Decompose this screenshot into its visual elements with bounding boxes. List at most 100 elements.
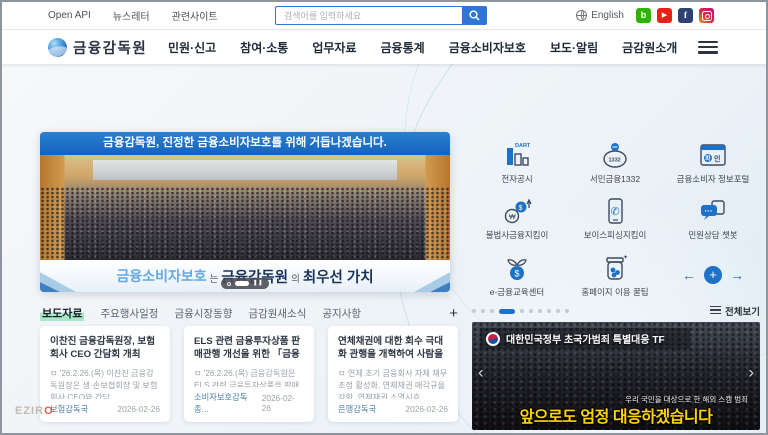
globe-icon bbox=[576, 10, 587, 21]
video-next-icon[interactable]: › bbox=[748, 363, 754, 380]
quicklink-label: 불법사금융지킴이 bbox=[469, 229, 565, 241]
view-all-button[interactable]: 전체보기 bbox=[710, 304, 760, 318]
quicklink-voice-phishing[interactable]: ✆ 보이스피싱지킴이 bbox=[567, 194, 663, 241]
blog-icon[interactable]: b bbox=[636, 8, 651, 23]
video-titlebar: 대한민국정부 초국가범죄 특별대응 TF bbox=[480, 328, 690, 349]
pagination-dot[interactable] bbox=[490, 309, 494, 313]
search-input[interactable] bbox=[275, 6, 462, 25]
news-card-dept: 소비자보호감독총... bbox=[194, 391, 262, 415]
dart-chart-icon: DART bbox=[469, 138, 565, 170]
facebook-icon[interactable]: f bbox=[678, 8, 693, 23]
tab-notices[interactable]: 공지사항 bbox=[322, 306, 361, 321]
newsletter-link[interactable]: 뉴스레터 bbox=[113, 8, 150, 23]
watermark-text: O bbox=[44, 405, 54, 417]
quicklink-label: 금융소비자 정보포털 bbox=[665, 173, 761, 185]
hamburger-menu-icon[interactable] bbox=[698, 41, 718, 57]
svg-text:$: $ bbox=[519, 205, 523, 212]
search-box bbox=[275, 6, 487, 25]
video-prev-icon[interactable]: ‹ bbox=[478, 363, 484, 380]
news-card[interactable]: 연체채권에 대한 회수 극대화 관행을 개혁하여 사람을 살리는 ㅁ 연체 초기… bbox=[328, 326, 458, 422]
quicklink-dart[interactable]: DART 전자공시 bbox=[469, 138, 565, 185]
quicklink-1332[interactable]: 1332 서민금융1332 bbox=[567, 138, 663, 185]
nav-item-press[interactable]: 보도·알림 bbox=[550, 39, 598, 56]
hero-carousel[interactable]: 금융감독원, 진정한 금융소비자보호를 위해 거듭나겠습니다. 금융소비자보호 … bbox=[40, 132, 450, 292]
quicklink-chatbot[interactable]: ··· 민원상담 챗봇 bbox=[665, 194, 761, 241]
news-more-button[interactable]: + bbox=[449, 306, 458, 321]
news-card[interactable]: 이찬진 금융감독원장, 보험회사 CEO 간담회 개최 ㅁ '26.2.26.(… bbox=[40, 326, 170, 422]
tab-press-releases[interactable]: 보도자료 bbox=[40, 305, 84, 321]
chatbot-icon: ··· bbox=[665, 194, 761, 226]
svg-text:DART: DART bbox=[515, 143, 531, 149]
news-card-body: ㅁ 연체 초기 금융회사 자체 채무조정 활성화, 연체채권 매각규율 강화, … bbox=[338, 368, 448, 399]
pagination-dot[interactable] bbox=[529, 309, 533, 313]
tab-fss-news[interactable]: 금감원새소식 bbox=[248, 306, 306, 321]
pagination-dot-active[interactable] bbox=[499, 309, 515, 314]
honey-jar-icon: ✦ bbox=[567, 251, 663, 283]
nav-menu: 민원·신고 참여·소통 업무자료 금융통계 금융소비자보호 보도·알림 금감원소… bbox=[168, 30, 677, 64]
banner-photo-screen bbox=[93, 160, 396, 180]
quicklinks-next-icon[interactable]: → bbox=[730, 268, 744, 282]
news-card-footer: 보험감독국 2026-02-26 bbox=[50, 403, 160, 415]
video-thumbnail[interactable]: 대한민국정부 초국가범죄 특별대응 TF 우리 국민을 대상으로 한 해외 스캠… bbox=[472, 322, 760, 430]
pagination-dot[interactable] bbox=[481, 309, 485, 313]
nav-item-consumer-protection[interactable]: 금융소비자보호 bbox=[449, 39, 526, 56]
quicklink-fine-portal[interactable]: 파 인 금융소비자 정보포털 bbox=[665, 138, 761, 185]
pagination-dot[interactable] bbox=[547, 309, 551, 313]
svg-text:✦: ✦ bbox=[623, 254, 628, 261]
language-switch[interactable]: English bbox=[576, 10, 624, 21]
quick-links: DART 전자공시 1332 서민금융1332 bbox=[468, 133, 762, 303]
fss-logo[interactable]: 금융감독원 bbox=[48, 37, 147, 58]
utility-links: Open API 뉴스레터 관련사이트 bbox=[48, 2, 218, 29]
slogan-highlight: 금융소비자보호 bbox=[116, 266, 206, 286]
news-card-title: 이찬진 금융감독원장, 보험회사 CEO 간담회 개최 bbox=[50, 335, 160, 362]
svg-text:파: 파 bbox=[705, 154, 711, 162]
quicklink-illegal-finance[interactable]: ₩ $ 불법사금융지킴이 bbox=[469, 194, 565, 241]
quicklink-label: 민원상담 챗봇 bbox=[665, 229, 761, 241]
pagination-dot[interactable] bbox=[520, 309, 524, 313]
news-card-footer: 은행감독국 2026-02-26 bbox=[338, 403, 448, 415]
instagram-icon[interactable] bbox=[699, 8, 714, 23]
banner-photo-crowd bbox=[40, 187, 450, 261]
news-card-body: ㅁ '26.2.26.(목) 금융감독원은 ELS 관련 금융투자상품을 판매하… bbox=[194, 368, 304, 387]
carousel-controls[interactable]: ❚❚ bbox=[221, 278, 269, 289]
related-sites-link[interactable]: 관련사이트 bbox=[172, 8, 218, 23]
watermark: EZIRO bbox=[15, 405, 54, 417]
nav-item-complaints[interactable]: 민원·신고 bbox=[168, 39, 216, 56]
video-caption-big: 앞으로도 엄정 대응하겠습니다 bbox=[472, 403, 760, 427]
utility-right: English b ▶ f bbox=[576, 2, 714, 29]
search-icon bbox=[469, 10, 480, 21]
tab-market-trends[interactable]: 금융시장동향 bbox=[174, 306, 232, 321]
news-card-dept: 은행감독국 bbox=[338, 403, 376, 415]
nav-item-statistics[interactable]: 금융통계 bbox=[381, 39, 425, 56]
news-card-dept: 보험감독국 bbox=[50, 403, 88, 415]
pause-icon[interactable]: ❚❚ bbox=[253, 281, 263, 287]
pagination-dot[interactable] bbox=[565, 309, 569, 313]
quicklink-edu-center[interactable]: $ e-금융교육센터 bbox=[469, 251, 565, 298]
pagination-dot[interactable] bbox=[472, 309, 476, 313]
fss-globe-icon bbox=[48, 38, 67, 57]
quicklink-tips[interactable]: ✦ 홈페이지 이용 꿀팁 bbox=[567, 251, 663, 298]
news-card-title: 연체채권에 대한 회수 극대화 관행을 개혁하여 사람을 살리는 bbox=[338, 335, 448, 362]
tab-events[interactable]: 주요행사일정 bbox=[100, 306, 158, 321]
slogan-particle: 의 bbox=[291, 268, 300, 285]
carousel-dot[interactable] bbox=[227, 282, 231, 286]
open-api-link[interactable]: Open API bbox=[48, 10, 91, 21]
sprout-coin-icon: $ bbox=[469, 251, 565, 283]
pagination-dot[interactable] bbox=[538, 309, 542, 313]
piggy-bank-icon: 1332 bbox=[567, 138, 663, 170]
slogan-particle: 는 bbox=[210, 268, 219, 285]
utility-bar: Open API 뉴스레터 관련사이트 English b ▶ f bbox=[2, 2, 766, 30]
pagination-dot[interactable] bbox=[556, 309, 560, 313]
carousel-active-indicator bbox=[235, 281, 249, 286]
search-button[interactable] bbox=[462, 6, 487, 25]
nav-item-work-materials[interactable]: 업무자료 bbox=[312, 39, 356, 56]
korea-gov-logo-icon bbox=[486, 332, 500, 346]
youtube-icon[interactable]: ▶ bbox=[657, 8, 672, 23]
quicklinks-prev-icon[interactable]: ← bbox=[682, 268, 696, 282]
nav-item-participation[interactable]: 참여·소통 bbox=[240, 39, 288, 56]
language-label: English bbox=[591, 10, 624, 21]
nav-item-about[interactable]: 금감원소개 bbox=[622, 39, 677, 56]
news-card[interactable]: ELS 관련 금융투자상품 판매관행 개선을 위한 「금융소비자보호 ... ㅁ… bbox=[184, 326, 314, 422]
quicklinks-expand-button[interactable]: + bbox=[704, 266, 722, 284]
list-icon bbox=[710, 306, 721, 317]
